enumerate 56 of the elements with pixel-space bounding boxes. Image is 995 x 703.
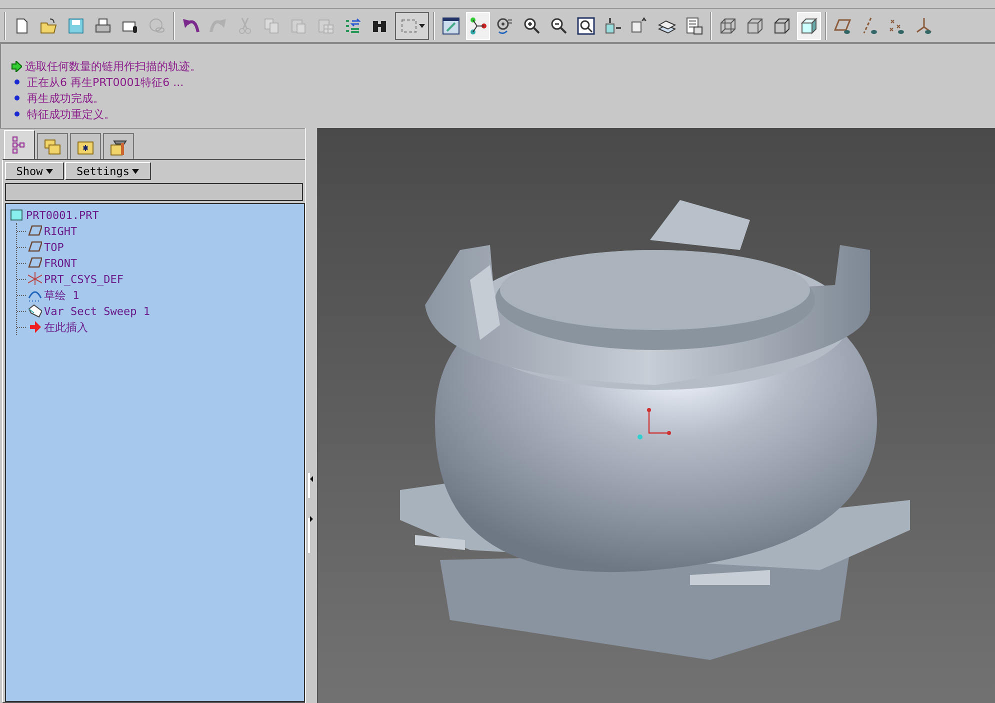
caret-icon xyxy=(418,24,424,28)
caret-icon xyxy=(46,168,53,174)
list-arrows-icon xyxy=(344,17,362,35)
magnifier-window-icon xyxy=(577,17,595,35)
navigator-tab[interactable] xyxy=(70,133,101,159)
cube-outline-icon xyxy=(746,17,764,35)
cube-arrow-icon xyxy=(604,17,622,35)
stacked-folders-icon xyxy=(44,138,61,156)
csys-eye-icon xyxy=(915,17,933,35)
point-eye-icon xyxy=(888,17,906,35)
message-text: 再生成功完成。 xyxy=(27,90,104,106)
tree-item[interactable]: PRT0001.PRT xyxy=(26,208,99,222)
plane-eye-icon xyxy=(834,17,852,35)
tree-item[interactable]: PRT_CSYS_DEF xyxy=(44,272,124,286)
dashed-rectangle-icon xyxy=(400,17,418,35)
bullet-icon xyxy=(13,78,21,86)
gear-arrow-icon xyxy=(496,17,514,35)
filter-bar[interactable] xyxy=(5,183,303,201)
coordinate-axes-icon xyxy=(638,408,671,440)
table-camera-icon xyxy=(685,17,703,35)
pencil-window-icon xyxy=(442,17,460,35)
splitter-handle[interactable] xyxy=(308,473,315,553)
bullet-icon xyxy=(13,94,21,102)
shaded-cube-icon xyxy=(800,17,818,35)
clipboard-table-icon xyxy=(317,17,335,35)
cube-label-icon xyxy=(631,17,649,35)
axis-eye-icon xyxy=(861,17,879,35)
zoom-in-icon xyxy=(523,17,541,35)
message-text: 正在从6 再生PRT0001特征6 ... xyxy=(27,74,184,90)
show-menu-button[interactable]: Show xyxy=(5,162,64,180)
clipboard-icon xyxy=(290,17,308,35)
redo-icon xyxy=(209,17,227,35)
navigator-tab[interactable] xyxy=(103,133,134,159)
tree-item[interactable]: FRONT xyxy=(44,256,78,270)
caret-icon xyxy=(132,168,140,174)
tree-item[interactable]: RIGHT xyxy=(44,224,78,238)
printer-icon xyxy=(94,17,112,35)
cube-outline-icon xyxy=(773,17,791,35)
tree-item[interactable]: 在此插入 xyxy=(44,320,88,334)
message-text: 特征成功重定义。 xyxy=(27,106,115,122)
node-branch-icon xyxy=(469,17,487,35)
copy-icon xyxy=(263,17,281,35)
tree-item[interactable]: 草绘 1 xyxy=(44,288,80,302)
bullet-icon xyxy=(13,110,21,118)
tree-item[interactable]: TOP xyxy=(44,240,64,254)
wireframe-cube-icon xyxy=(719,17,737,35)
tree-item[interactable]: Var Sect Sweep 1 xyxy=(44,304,150,318)
chain-link-icon xyxy=(148,17,166,35)
zoom-out-icon xyxy=(550,17,568,35)
settings-menu-button[interactable]: Settings xyxy=(65,162,151,180)
message-text: 选取任何数量的链用作扫描的轨迹。 xyxy=(25,58,201,74)
arrow-icon xyxy=(11,60,22,72)
undo-icon xyxy=(182,17,200,35)
folder-icon xyxy=(40,17,58,35)
scissors-icon xyxy=(236,17,254,35)
hammer-folder-icon xyxy=(110,138,127,156)
